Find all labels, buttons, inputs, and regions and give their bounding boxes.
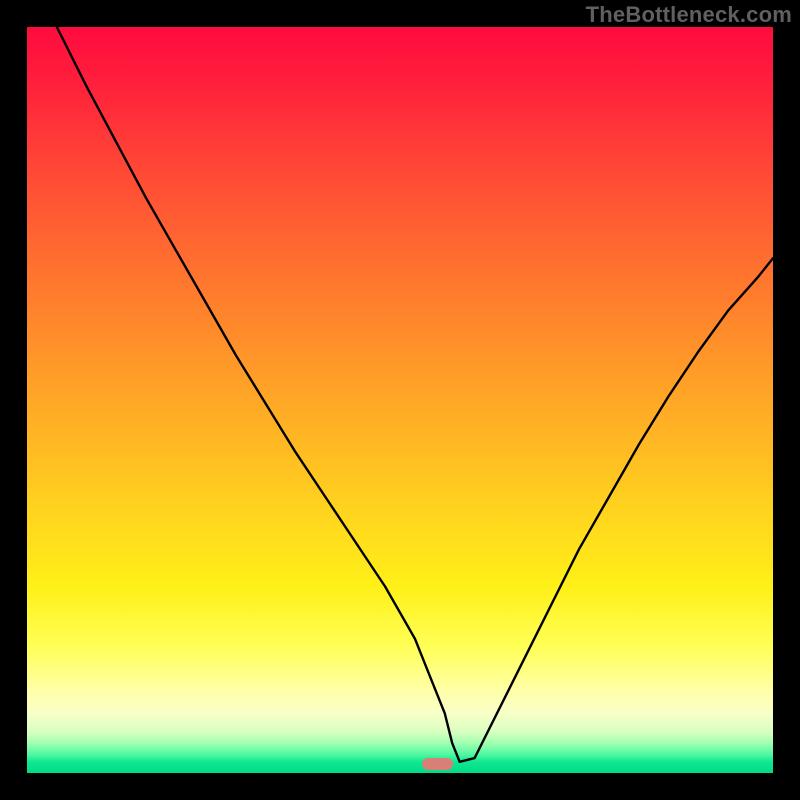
chart-frame: TheBottleneck.com — [0, 0, 800, 800]
curve-svg — [27, 27, 773, 773]
plot-area — [27, 27, 773, 773]
bottleneck-curve — [57, 27, 773, 762]
optimum-marker — [422, 758, 453, 770]
watermark-text: TheBottleneck.com — [586, 2, 792, 28]
